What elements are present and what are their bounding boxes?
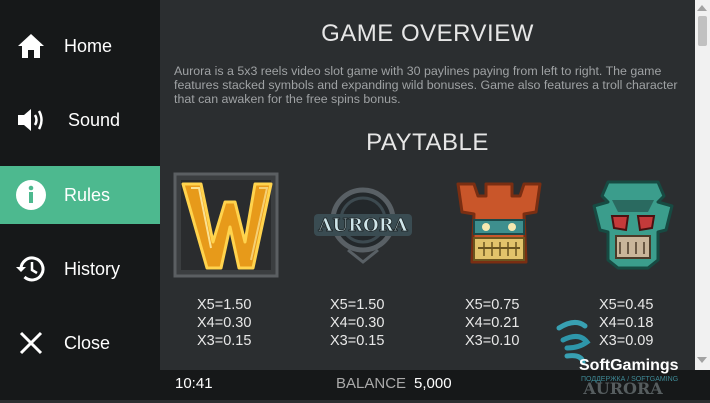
sidebar-item-label: Close	[64, 332, 111, 353]
sidebar-item-label: History	[64, 258, 121, 279]
balance-value: 5,000	[414, 375, 452, 392]
clock: 10:41	[175, 375, 213, 392]
paytable-title: PAYTABLE	[366, 129, 489, 156]
payout-x5: X5=0.75	[465, 297, 520, 313]
sidebar-item-rules[interactable]: Rules	[0, 166, 160, 224]
scroll-thumb[interactable]	[698, 16, 707, 46]
sidebar-item-sound[interactable]: Sound	[0, 91, 160, 149]
sidebar-item-label: Home	[64, 35, 113, 56]
history-icon	[15, 253, 47, 285]
payout-x4: X4=0.30	[197, 315, 252, 331]
payout-x3: X3=0.15	[197, 333, 252, 349]
overview-text: Aurora is a 5x3 reels video slot game wi…	[174, 64, 678, 106]
payout-x5: X5=0.45	[599, 297, 654, 313]
home-icon	[15, 30, 47, 62]
wild-w-symbol-icon	[173, 172, 283, 282]
orange-totem-mask-icon	[444, 172, 554, 282]
payout-x4: X4=0.30	[330, 315, 385, 331]
payout-x5: X5=1.50	[197, 297, 252, 313]
scrollbar[interactable]	[695, 0, 710, 370]
payout-x5: X5=1.50	[330, 297, 385, 313]
sidebar-item-close[interactable]: Close	[0, 314, 160, 372]
scroll-up-icon[interactable]	[697, 5, 707, 11]
sidebar-item-label: Sound	[68, 109, 121, 130]
overview-title: GAME OVERVIEW	[321, 20, 534, 47]
sound-icon	[15, 104, 47, 136]
green-totem-mask-icon	[578, 172, 688, 282]
scroll-down-icon[interactable]	[697, 357, 707, 363]
info-icon	[15, 179, 47, 211]
close-icon	[15, 327, 47, 359]
symbol-2-payouts: X5=1.50 X4=0.30 X3=0.15	[330, 296, 440, 350]
sidebar: Home Sound Rules History Close	[0, 0, 160, 400]
svg-text:AURORA: AURORA	[317, 215, 408, 236]
softgamings-logo: SoftGamings ПОДДЕРЖКА / SOFTGAMING AUROR…	[553, 318, 698, 398]
sidebar-item-home[interactable]: Home	[0, 17, 160, 75]
rules-content: GAME OVERVIEW Aurora is a 5x3 reels vide…	[160, 0, 695, 370]
svg-text:AURORA: AURORA	[582, 379, 663, 398]
sidebar-item-history[interactable]: History	[0, 240, 160, 298]
aurora-logo-symbol-icon: AURORA	[308, 172, 418, 282]
balance-label: BALANCE	[336, 375, 407, 392]
payout-x3: X3=0.15	[330, 333, 385, 349]
svg-text:SoftGamings: SoftGamings	[579, 357, 679, 374]
symbol-1-payouts: X5=1.50 X4=0.30 X3=0.15	[197, 296, 307, 350]
sidebar-item-label: Rules	[64, 184, 111, 205]
